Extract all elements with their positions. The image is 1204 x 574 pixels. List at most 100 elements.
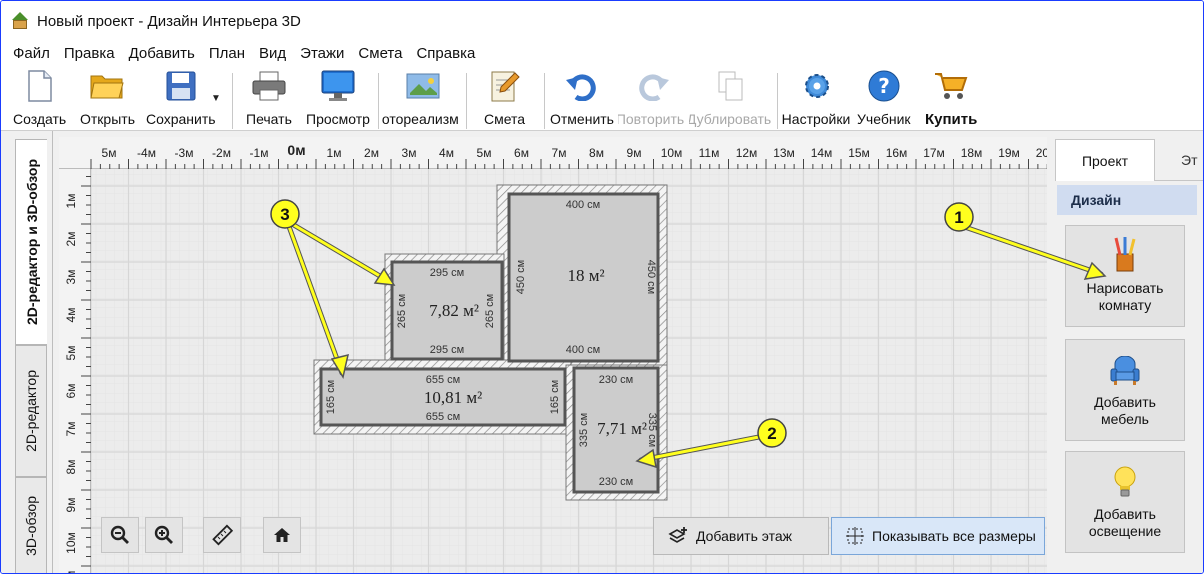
add-furniture-button[interactable]: Добавить мебель	[1065, 339, 1185, 441]
ruler-icon	[212, 524, 233, 546]
ruler-tick-label: 20м	[1036, 146, 1047, 160]
estimate-button[interactable]: Смета	[484, 69, 525, 129]
ruler-vertical: 1м 2м 3м 4м 5м 6м 7м 8м 9м 10м 11м	[59, 157, 91, 573]
ruler-tick-label: -3м	[175, 146, 194, 160]
dimension-label: 335 см	[578, 413, 590, 447]
zoom-in-button[interactable]	[145, 517, 183, 553]
duplicate-button[interactable]: Дублировать	[689, 69, 773, 129]
add-floor-label: Добавить этаж	[696, 528, 793, 544]
menu-edit[interactable]: Правка	[58, 45, 123, 62]
menu-estimate[interactable]: Смета	[352, 45, 410, 62]
add-lighting-button[interactable]: Добавить освещение	[1065, 451, 1185, 553]
tab-2d-editor-label: 2D-редактор	[23, 370, 39, 452]
create-button[interactable]: Создать	[13, 69, 66, 129]
menu-add[interactable]: Добавить	[123, 45, 203, 62]
toolbar-separator	[544, 73, 545, 129]
ruler-tick-label: 4м	[64, 308, 78, 323]
add-lighting-label: Добавить освещение	[1088, 506, 1162, 539]
preview-button[interactable]: Просмотр	[306, 69, 370, 129]
menu-plan[interactable]: План	[203, 45, 253, 62]
ruler-tick-label: 15м	[848, 146, 870, 160]
menu-floors[interactable]: Этажи	[294, 45, 352, 62]
open-button[interactable]: Открыть	[80, 69, 135, 129]
ruler-tick-label: 2м	[364, 146, 379, 160]
duplicate-label: Дублировать	[689, 111, 772, 127]
dimension-label: 450 см	[645, 260, 657, 294]
photoreal-button[interactable]: Фотореализм	[382, 69, 464, 129]
measure-ruler-button[interactable]	[203, 517, 241, 553]
ruler-tick-label: 19м	[998, 146, 1020, 160]
dimension-label: 265 см	[484, 294, 496, 328]
ruler-tick-label: 8м	[64, 460, 78, 475]
floppy-disk-icon	[164, 69, 198, 103]
right-panel-tabs: Проект Эт	[1053, 139, 1203, 181]
home-icon	[274, 528, 290, 542]
armchair-icon	[1110, 356, 1140, 385]
tab-2d-3d-editor-label: 2D-редактор и 3D-обзор	[23, 158, 40, 326]
menu-file[interactable]: Файл	[1, 45, 58, 62]
dimension-label: 295 см	[430, 344, 464, 356]
tab-project[interactable]: Проект	[1055, 139, 1155, 181]
room-area-label: 18 м²	[567, 266, 604, 285]
print-button[interactable]: Печать	[246, 69, 292, 129]
ruler-tick-label: 18м	[961, 146, 983, 160]
tutorial-button[interactable]: ? Учебник	[857, 69, 911, 129]
ruler-tick-label: 6м	[514, 146, 529, 160]
redo-button[interactable]: Повторить	[618, 69, 688, 129]
app-window: Новый проект - Дизайн Интерьера 3D Файл …	[0, 0, 1204, 574]
buy-label: Купить	[925, 111, 978, 128]
view-tabs: 2D-редактор и 3D-обзор 2D-редактор 3D-об…	[1, 131, 53, 573]
plan-drawing: 18 м² 7,82 м² 10,81 м² 7,71 м² 400 см 40…	[90, 169, 1047, 573]
ruler-horizontal-ticks: 5м -4м -3м -2м -1м 0м 1м 2м 3м 4м 5м 6м 7м 8м 9м 10м 11м…	[90, 142, 1047, 169]
buy-button[interactable]: Купить	[925, 69, 977, 129]
show-all-sizes-label: Показывать все размеры	[872, 528, 1036, 544]
plan-canvas[interactable]: 18 м² 7,82 м² 10,81 м² 7,71 м² 400 см 40…	[59, 137, 1047, 573]
tab-3d-view-label: 3D-обзор	[23, 496, 39, 556]
toolbar-separator	[232, 73, 233, 129]
settings-button[interactable]: Настройки	[781, 69, 853, 129]
ruler-vertical-ticks: 1м 2м 3м 4м 5м 6м 7м 8м 9м 10м 11м	[64, 157, 91, 573]
dimension-label: 165 см	[549, 380, 561, 414]
tab-3d-view[interactable]: 3D-обзор	[15, 477, 47, 573]
ruler-tick-label: 14м	[811, 146, 833, 160]
dimension-label: 165 см	[325, 380, 337, 414]
ruler-tick-label: 1м	[64, 194, 78, 209]
ruler-tick-label: 9м	[627, 146, 642, 160]
ruler-tick-label: 16м	[886, 146, 908, 160]
menu-view[interactable]: Вид	[253, 45, 294, 62]
save-button[interactable]: Сохранить	[146, 69, 216, 129]
right-panel: Проект Эт Дизайн Нарисовать комнату Доба…	[1053, 139, 1203, 573]
estimate-label: Смета	[484, 111, 526, 127]
ruler-tick-label: 3м	[402, 146, 417, 160]
notepad-pencil-icon	[488, 69, 522, 103]
add-floor-button[interactable]: Добавить этаж	[653, 517, 829, 555]
dimension-label: 230 см	[599, 476, 633, 488]
tab-2d-editor[interactable]: 2D-редактор	[15, 345, 47, 477]
room-area-label: 10,81 м²	[424, 388, 482, 407]
tab-2d-3d-editor[interactable]: 2D-редактор и 3D-обзор	[15, 139, 47, 345]
new-document-icon	[23, 69, 57, 103]
ruler-tick-label: 10м	[661, 146, 683, 160]
folder-icon	[90, 69, 125, 103]
zoom-out-button[interactable]	[101, 517, 139, 553]
draw-room-button[interactable]: Нарисовать комнату	[1065, 225, 1185, 327]
home-view-button[interactable]	[263, 517, 301, 553]
shopping-cart-icon	[934, 69, 968, 103]
menu-help[interactable]: Справка	[410, 45, 483, 62]
ruler-tick-label: 13м	[773, 146, 795, 160]
settings-label: Настройки	[781, 111, 851, 127]
room-area-label: 7,82 м²	[429, 301, 479, 320]
dimension-label: 655 см	[426, 411, 460, 423]
undo-button[interactable]: Отменить	[550, 69, 614, 129]
toolbar-separator	[378, 73, 379, 129]
dimension-label: 230 см	[599, 374, 633, 386]
monitor-icon	[321, 69, 355, 103]
zoom-out-icon	[110, 525, 129, 544]
show-all-sizes-toggle[interactable]: Показывать все размеры	[831, 517, 1045, 555]
design-section-header: Дизайн	[1057, 185, 1197, 215]
gear-icon	[800, 69, 834, 103]
dimensions-icon	[846, 527, 864, 545]
save-label: Сохранить	[146, 111, 216, 127]
tab-floors[interactable]: Эт	[1155, 139, 1203, 181]
save-dropdown-arrow-icon[interactable]: ▼	[211, 93, 221, 104]
